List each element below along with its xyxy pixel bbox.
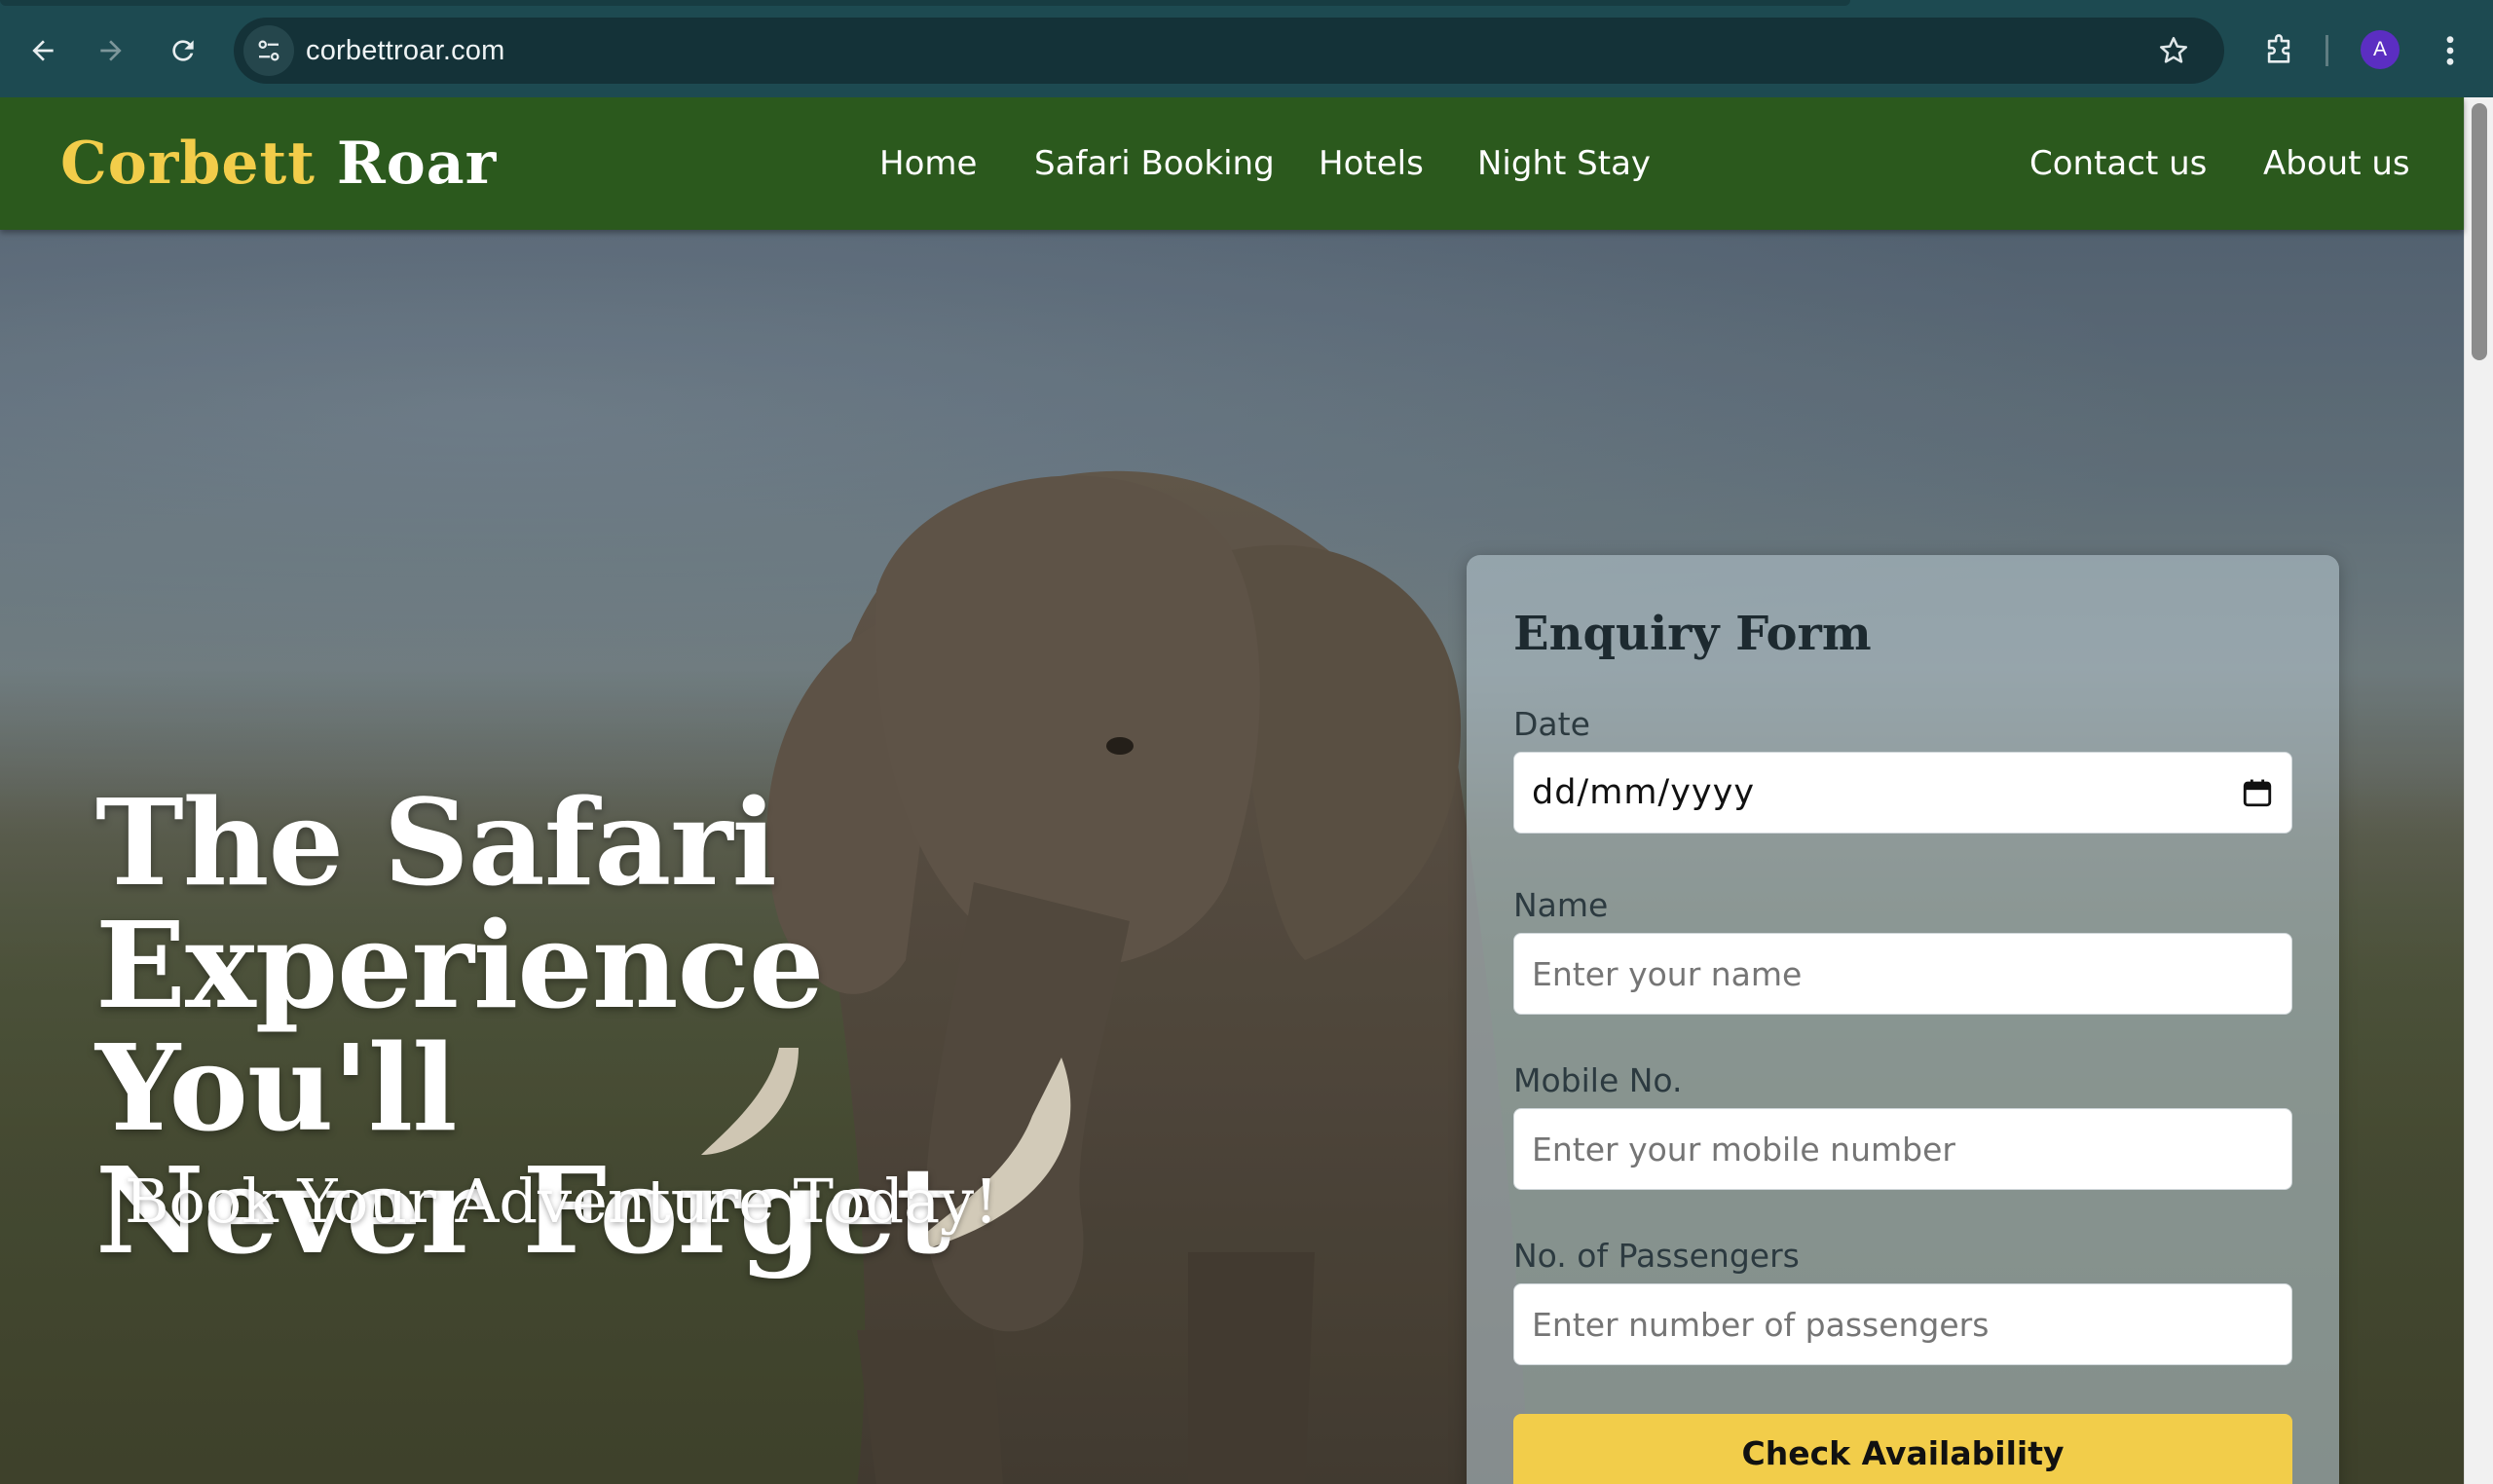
- check-availability-button[interactable]: Check Availability: [1513, 1414, 2292, 1484]
- hero-section: The Safari Experience You'll Never Forge…: [0, 230, 2464, 1484]
- browser-menu-button[interactable]: [2425, 21, 2475, 80]
- browser-toolbar: corbettroar.com A: [0, 0, 2493, 97]
- date-label: Date: [1513, 705, 1590, 743]
- scrollbar-thumb[interactable]: [2472, 103, 2487, 360]
- nav-safari-booking[interactable]: Safari Booking: [1034, 97, 1275, 230]
- passengers-input[interactable]: [1513, 1283, 2292, 1365]
- star-icon: [2159, 36, 2188, 63]
- back-button[interactable]: [14, 21, 72, 80]
- enquiry-form: Enquiry Form Date dd/mm/yyyy Name Mobile…: [1467, 555, 2339, 1484]
- logo-word-corbett: Corbett: [60, 130, 316, 198]
- tab-strip-edge: [0, 0, 1850, 6]
- forward-button[interactable]: [82, 21, 140, 80]
- toolbar-divider: [2326, 35, 2328, 66]
- mobile-input[interactable]: [1513, 1108, 2292, 1190]
- name-input[interactable]: [1513, 933, 2292, 1015]
- page-scrollbar[interactable]: [2464, 97, 2493, 1484]
- reload-icon: [172, 40, 194, 61]
- site-info-button[interactable]: [243, 25, 294, 76]
- extensions-button[interactable]: [2250, 21, 2308, 80]
- hero-subline: Book Your Adventure Today!: [125, 1166, 999, 1237]
- mobile-label: Mobile No.: [1513, 1061, 1683, 1099]
- url-text[interactable]: corbettroar.com: [306, 18, 504, 84]
- profile-avatar[interactable]: A: [2361, 30, 2400, 69]
- extensions-icon: [2267, 34, 2290, 63]
- calendar-icon[interactable]: [2241, 776, 2274, 809]
- nav-contact-us[interactable]: Contact us: [2029, 97, 2207, 230]
- address-bar[interactable]: corbettroar.com: [234, 18, 2224, 84]
- back-icon: [32, 40, 54, 61]
- site-logo[interactable]: Corbett Roar: [60, 123, 497, 204]
- more-icon: [2446, 36, 2454, 65]
- reload-button[interactable]: [154, 21, 212, 80]
- site-header: Corbett Roar Home Safari Booking Hotels …: [0, 97, 2464, 230]
- nav-home[interactable]: Home: [879, 97, 977, 230]
- passengers-label: No. of Passengers: [1513, 1237, 1800, 1275]
- date-field[interactable]: dd/mm/yyyy: [1513, 752, 2292, 834]
- nav-hotels[interactable]: Hotels: [1319, 97, 1424, 230]
- logo-word-roar: Roar: [336, 130, 498, 198]
- name-label: Name: [1513, 886, 1609, 924]
- form-title: Enquiry Form: [1513, 607, 1872, 661]
- headline-line-1: The Safari: [95, 772, 777, 912]
- site-info-icon: [258, 40, 279, 61]
- nav-about-us[interactable]: About us: [2263, 97, 2410, 230]
- nav-night-stay[interactable]: Night Stay: [1477, 97, 1651, 230]
- forward-icon: [100, 40, 122, 61]
- date-value: dd/mm/yyyy: [1532, 773, 1756, 812]
- headline-line-2: Experience You'll: [95, 895, 825, 1158]
- bookmark-button[interactable]: [2146, 23, 2201, 78]
- page-viewport: Corbett Roar Home Safari Booking Hotels …: [0, 97, 2493, 1484]
